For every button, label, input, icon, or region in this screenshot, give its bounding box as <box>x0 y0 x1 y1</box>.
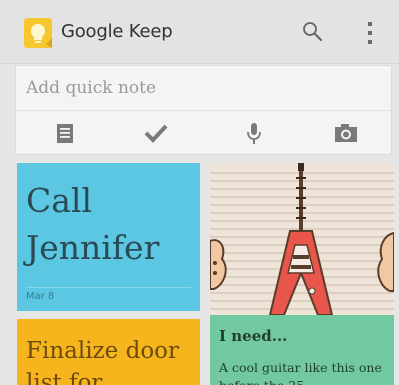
keep-lightbulb-icon[interactable] <box>24 18 52 48</box>
keep-app-window: Google Keep Add quick note Call Jennifer… <box>0 0 399 385</box>
new-checklist-button[interactable] <box>141 118 171 148</box>
search-icon <box>303 22 323 42</box>
note-title: I need... <box>219 327 288 345</box>
overflow-menu-icon <box>368 22 372 26</box>
checkmark-icon <box>144 124 168 143</box>
microphone-icon <box>247 123 261 144</box>
overflow-menu-button[interactable] <box>362 19 378 47</box>
quick-note-card <box>15 65 392 155</box>
app-title: Google Keep <box>61 21 173 42</box>
note-card[interactable]: Finalize door list for <box>17 319 200 385</box>
action-bar: Google Keep <box>0 0 399 64</box>
voice-note-button[interactable] <box>239 118 269 148</box>
camera-icon <box>335 124 357 142</box>
photo-note-button[interactable] <box>331 118 361 148</box>
note-divider <box>26 287 191 288</box>
guitar-photo <box>210 163 394 315</box>
list-icon <box>57 124 73 143</box>
quick-note-input[interactable] <box>16 66 391 111</box>
note-card[interactable]: I need... A cool guitar like this one be… <box>210 315 394 385</box>
overflow-dot <box>368 40 372 44</box>
new-list-button[interactable] <box>50 118 80 148</box>
note-text: Call Jennifer <box>26 181 160 267</box>
overflow-dot <box>368 31 372 35</box>
note-body: A cool guitar like this one before the 2… <box>219 360 382 385</box>
note-text: Finalize door list for <box>26 338 180 385</box>
note-card-image[interactable] <box>210 163 394 315</box>
note-card[interactable]: Call Jennifer Mar 8 <box>17 163 200 311</box>
note-date: Mar 8 <box>26 291 55 302</box>
search-button[interactable] <box>300 19 326 45</box>
